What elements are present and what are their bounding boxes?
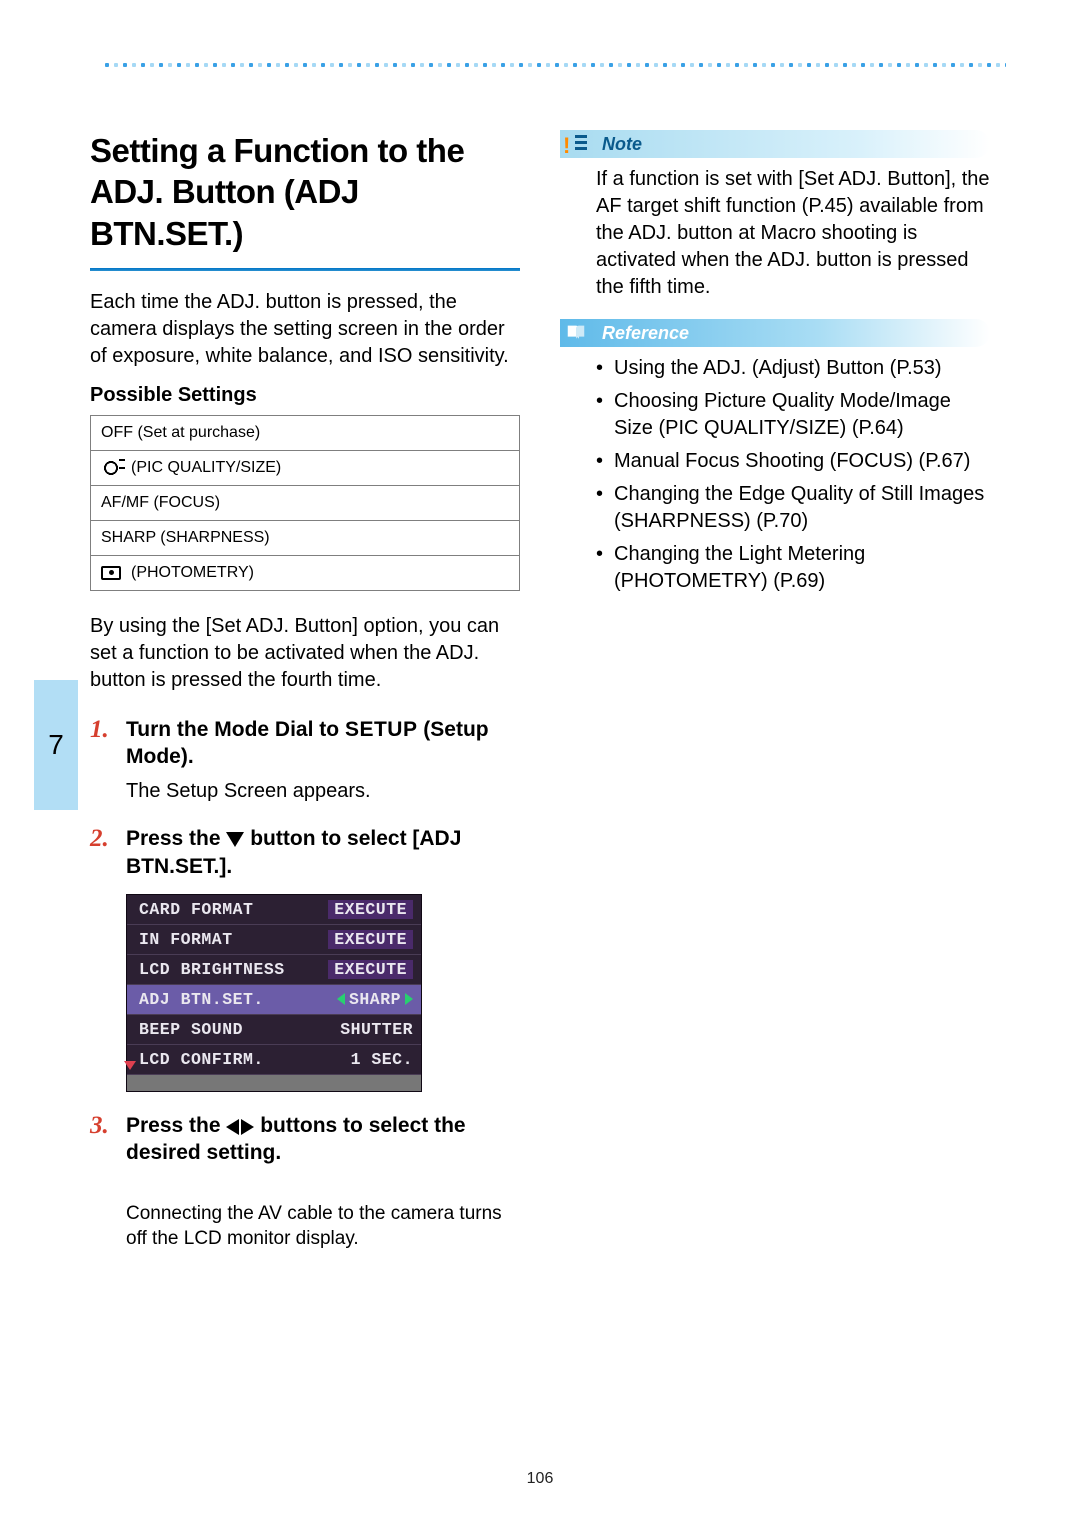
steps-list: 1.Turn the Mode Dial to SETUP (Setup Mod… — [90, 716, 520, 1167]
settings-row-text: (PHOTOMETRY) — [131, 564, 254, 582]
lcd-footer — [127, 1075, 421, 1091]
manual-page: 7 Setting a Function to the ADJ. Button … — [0, 0, 1080, 1528]
footnote: Connecting the AV cable to the camera tu… — [126, 1201, 520, 1252]
settings-row-text: OFF (Set at purchase) — [101, 424, 260, 442]
lcd-row: IN FORMAT EXECUTE — [127, 925, 421, 955]
step-number: 3. — [90, 1112, 116, 1167]
photometry-icon — [101, 566, 121, 580]
settings-row: (PIC QUALITY/SIZE) — [91, 450, 520, 485]
lcd-row: ADJ BTN.SET. SHARP — [127, 985, 421, 1015]
lcd-screenshot: CARD FORMATEXECUTEIN FORMATEXECUTELCD BR… — [126, 894, 422, 1092]
reference-item: Changing the Light Metering (PHOTOMETRY)… — [596, 541, 990, 595]
possible-settings-heading: Possible Settings — [90, 384, 520, 407]
lcd-row-label: CARD FORMAT — [139, 900, 253, 919]
chevron-left-icon — [337, 993, 345, 1005]
lcd-row: BEEP SOUND SHUTTER — [127, 1015, 421, 1045]
lcd-row-value: EXECUTE — [328, 960, 413, 979]
lcd-row-value: EXECUTE — [328, 900, 413, 919]
lcd-row: LCD CONFIRM. 1 SEC. — [127, 1045, 421, 1075]
lcd-row-label: BEEP SOUND — [139, 1020, 243, 1039]
lcd-row-value: SHUTTER — [340, 1020, 413, 1039]
settings-row: (PHOTOMETRY) — [91, 555, 520, 590]
lcd-row-value: SHARP — [349, 990, 401, 1009]
step-title: Press the buttons to select the desired … — [126, 1112, 520, 1167]
lcd-row-value: EXECUTE — [328, 930, 413, 949]
chapter-tab: 7 — [34, 680, 78, 810]
reference-body: Using the ADJ. (Adjust) Button (P.53) Cho… — [560, 355, 990, 619]
step: 2.Press the button to select [ADJ BTN.SE… — [90, 825, 520, 1092]
lcd-row-label: LCD BRIGHTNESS — [139, 960, 285, 979]
settings-row-text: SHARP (SHARPNESS) — [101, 529, 270, 547]
page-title: Setting a Function to the ADJ. Button (A… — [90, 130, 520, 254]
reference-label: Reference — [602, 323, 689, 344]
note-label: Note — [602, 134, 642, 155]
step: 3.Press the buttons to select the desire… — [90, 1112, 520, 1167]
lcd-row: CARD FORMAT EXECUTE — [127, 895, 421, 925]
possible-settings-table: OFF (Set at purchase) (PIC QUALITY/SIZE) A… — [90, 415, 520, 591]
step: 1.Turn the Mode Dial to SETUP (Setup Mod… — [90, 716, 520, 806]
after-table-paragraph: By using the [Set ADJ. Button] option, y… — [90, 613, 520, 694]
reference-item: Using the ADJ. (Adjust) Button (P.53) — [596, 355, 990, 382]
left-column: Setting a Function to the ADJ. Button (A… — [90, 130, 520, 1252]
chevron-right-icon — [405, 993, 413, 1005]
lcd-row: LCD BRIGHTNESS EXECUTE — [127, 955, 421, 985]
note-icon: ! — [560, 128, 592, 160]
step-number: 1. — [90, 716, 116, 771]
reference-icon — [560, 317, 592, 349]
triangle-left-right-icon — [226, 1119, 254, 1134]
intro-paragraph: Each time the ADJ. button is pressed, th… — [90, 289, 520, 370]
step-body: The Setup Screen appears. — [126, 778, 520, 805]
setup-icon: SETUP — [345, 716, 418, 743]
lcd-row-label: ADJ BTN.SET. — [139, 990, 264, 1009]
settings-row: SHARP (SHARPNESS) — [91, 520, 520, 555]
settings-row: AF/MF (FOCUS) — [91, 485, 520, 520]
note-body: If a function is set with [Set ADJ. Butt… — [560, 166, 990, 319]
step-number: 2. — [90, 825, 116, 880]
lcd-row-label: LCD CONFIRM. — [139, 1050, 264, 1069]
note-callout-header: ! Note — [560, 130, 990, 158]
settings-row: OFF (Set at purchase) — [91, 415, 520, 450]
settings-row-text: (PIC QUALITY/SIZE) — [131, 459, 281, 477]
triangle-down-icon — [226, 832, 244, 847]
ornament-divider — [100, 58, 1006, 76]
page-number: 106 — [0, 1470, 1080, 1488]
reference-item: Choosing Picture Quality Mode/Image Size… — [596, 388, 990, 442]
step-title: Turn the Mode Dial to SETUP (Setup Mode)… — [126, 716, 520, 771]
reference-item: Changing the Edge Quality of Still Image… — [596, 481, 990, 535]
lcd-row-label: IN FORMAT — [139, 930, 233, 949]
right-column: ! Note If a function is set with [Set AD… — [560, 130, 990, 1252]
step-title: Press the button to select [ADJ BTN.SET.… — [126, 825, 520, 880]
reference-callout-header: Reference — [560, 319, 990, 347]
lcd-row-value: 1 SEC. — [351, 1050, 413, 1069]
reference-item: Manual Focus Shooting (FOCUS) (P.67) — [596, 448, 990, 475]
title-rule — [90, 268, 520, 271]
settings-row-text: AF/MF (FOCUS) — [101, 494, 220, 512]
quality-icon — [101, 461, 121, 475]
